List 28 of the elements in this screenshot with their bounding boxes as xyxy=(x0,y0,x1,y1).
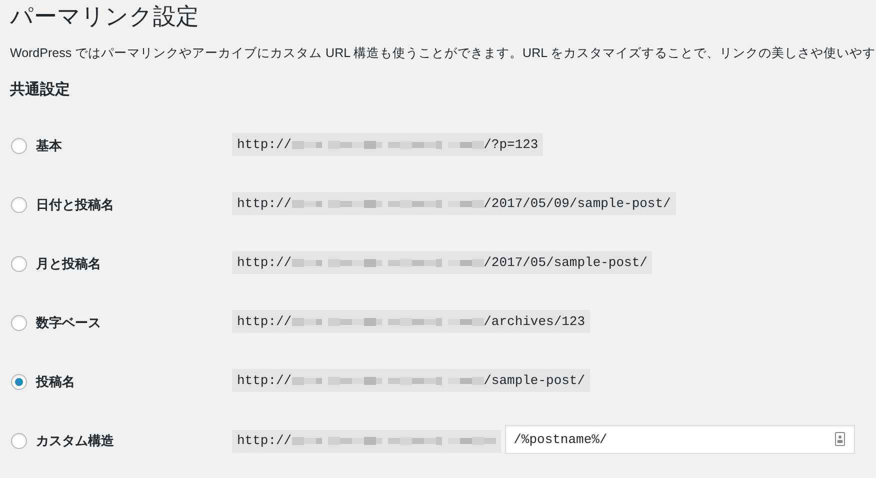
url-prefix: http:// xyxy=(237,432,292,450)
radio-button[interactable] xyxy=(11,138,27,154)
option-label: 数字ベース xyxy=(36,314,101,332)
url-prefix: http:// xyxy=(237,254,292,272)
url-suffix: /2017/05/sample-post/ xyxy=(484,254,648,272)
url-suffix: /2017/05/09/sample-post/ xyxy=(484,194,671,213)
section-heading: 共通設定 xyxy=(10,80,70,100)
url-prefix: http:// xyxy=(237,372,292,390)
option-label: 日付と投稿名 xyxy=(36,196,114,214)
option-label: 投稿名 xyxy=(36,373,75,392)
structure-input[interactable]: /%postname%/ xyxy=(504,425,855,454)
url-suffix: /?p=123 xyxy=(484,136,538,154)
option-label: 月と投稿名 xyxy=(36,255,101,274)
page-title: パーマリンク設定 xyxy=(10,2,199,30)
radio-button[interactable] xyxy=(11,315,27,331)
radio-button[interactable] xyxy=(11,374,27,390)
contact-card-icon[interactable] xyxy=(834,432,845,446)
url-suffix: /archives/123 xyxy=(484,312,586,331)
option-label: カスタム構造 xyxy=(36,432,114,450)
url-suffix: /sample-post/ xyxy=(484,372,586,390)
url-prefix: http:// xyxy=(237,136,292,154)
radio-button[interactable] xyxy=(11,197,27,213)
description-text: WordPress ではパーマリンクやアーカイブにカスタム URL 構造も使うことができます。URL をカスタマイズすることで、リンクの美しさや使いやす xyxy=(10,45,876,62)
radio-button[interactable] xyxy=(11,433,27,449)
url-prefix: http:// xyxy=(237,312,292,331)
url-prefix: http:// xyxy=(237,194,292,213)
option-label: 基本 xyxy=(36,137,62,156)
radio-button[interactable] xyxy=(11,256,27,272)
